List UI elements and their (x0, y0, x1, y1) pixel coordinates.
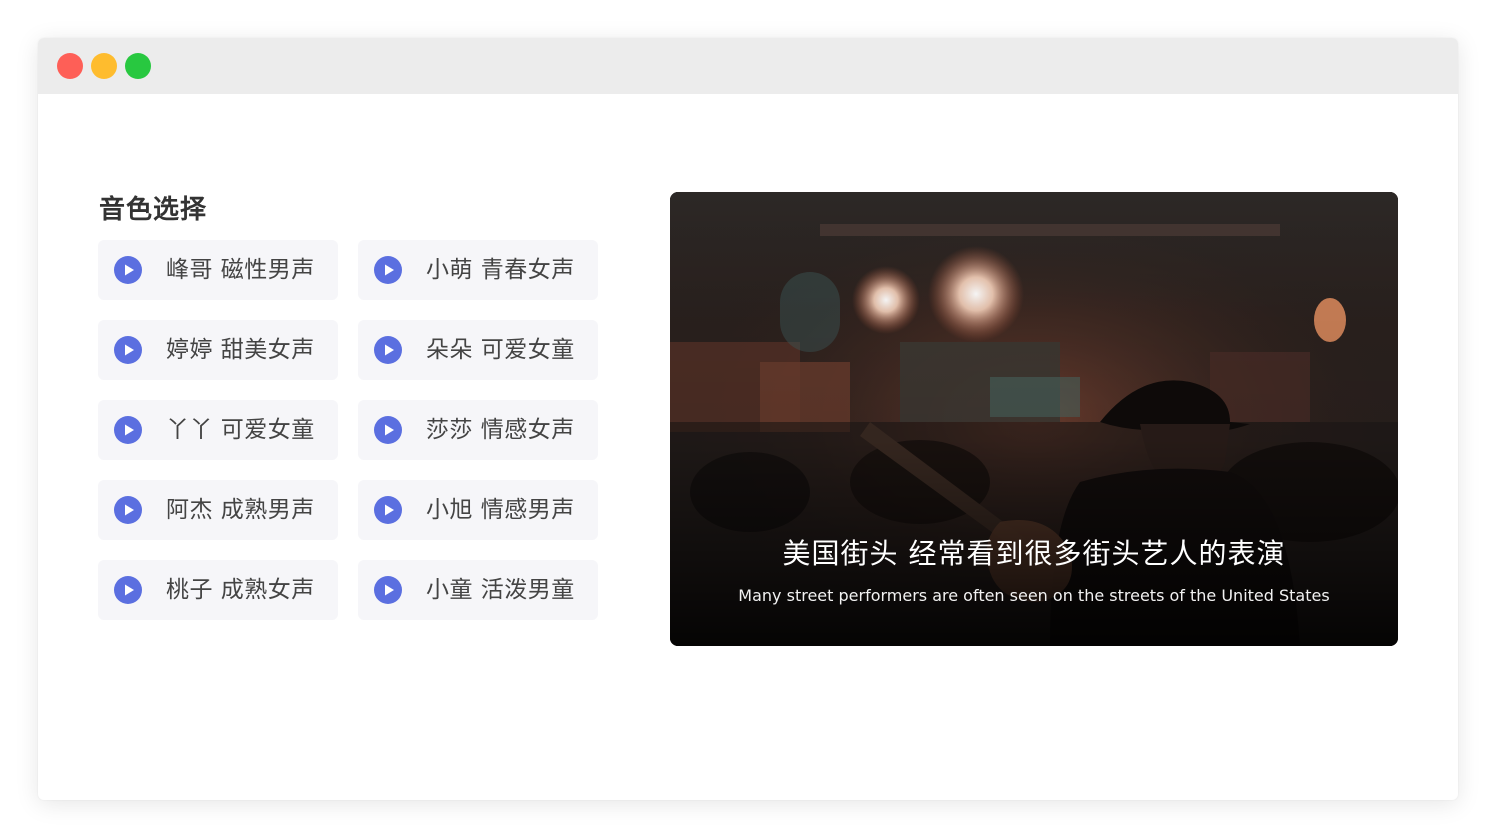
title-bar (38, 38, 1458, 94)
voice-option-button[interactable]: 小萌 青春女声 (358, 240, 598, 300)
voice-option-label: 小萌 青春女声 (426, 257, 575, 283)
voice-section-title: 音色选择 (99, 195, 208, 225)
play-icon[interactable] (114, 416, 142, 444)
minimize-window-button[interactable] (91, 53, 117, 79)
play-icon[interactable] (114, 576, 142, 604)
play-icon[interactable] (374, 576, 402, 604)
voice-option-label: 小旭 情感男声 (426, 497, 575, 523)
street-performer-photo (670, 192, 1398, 646)
play-icon[interactable] (374, 416, 402, 444)
voice-option-button[interactable]: 婷婷 甜美女声 (98, 320, 338, 380)
app-window: 音色选择 峰哥 磁性男声 小萌 青春女声婷婷 甜美女声 朵朵 可爱女童丫丫 可爱女童… (38, 38, 1458, 800)
voice-option-button[interactable]: 小童 活泼男童 (358, 560, 598, 620)
voice-grid: 峰哥 磁性男声 小萌 青春女声婷婷 甜美女声 朵朵 可爱女童丫丫 可爱女童 莎莎 情感… (98, 240, 598, 620)
voice-option-button[interactable]: 桃子 成熟女声 (98, 560, 338, 620)
caption-chinese: 美国街头 经常看到很多街头艺人的表演 (782, 537, 1286, 570)
voice-option-button[interactable]: 莎莎 情感女声 (358, 400, 598, 460)
play-icon[interactable] (374, 496, 402, 524)
voice-option-button[interactable]: 峰哥 磁性男声 (98, 240, 338, 300)
caption-english: Many street performers are often seen on… (738, 586, 1330, 605)
voice-option-button[interactable]: 丫丫 可爱女童 (98, 400, 338, 460)
close-window-button[interactable] (57, 53, 83, 79)
play-icon[interactable] (374, 256, 402, 284)
voice-option-button[interactable]: 朵朵 可爱女童 (358, 320, 598, 380)
zoom-window-button[interactable] (125, 53, 151, 79)
voice-option-label: 桃子 成熟女声 (166, 577, 315, 603)
media-preview: 美国街头 经常看到很多街头艺人的表演 Many street performer… (670, 192, 1398, 646)
voice-option-button[interactable]: 小旭 情感男声 (358, 480, 598, 540)
voice-option-label: 莎莎 情感女声 (426, 417, 575, 443)
voice-option-label: 阿杰 成熟男声 (166, 497, 315, 523)
play-icon[interactable] (114, 336, 142, 364)
voice-option-label: 婷婷 甜美女声 (166, 337, 315, 363)
voice-option-label: 峰哥 磁性男声 (166, 257, 315, 283)
voice-option-label: 小童 活泼男童 (426, 577, 575, 603)
play-icon[interactable] (114, 496, 142, 524)
voice-option-label: 朵朵 可爱女童 (426, 337, 575, 363)
play-icon[interactable] (374, 336, 402, 364)
voice-option-label: 丫丫 可爱女童 (166, 417, 315, 443)
play-icon[interactable] (114, 256, 142, 284)
voice-option-button[interactable]: 阿杰 成熟男声 (98, 480, 338, 540)
